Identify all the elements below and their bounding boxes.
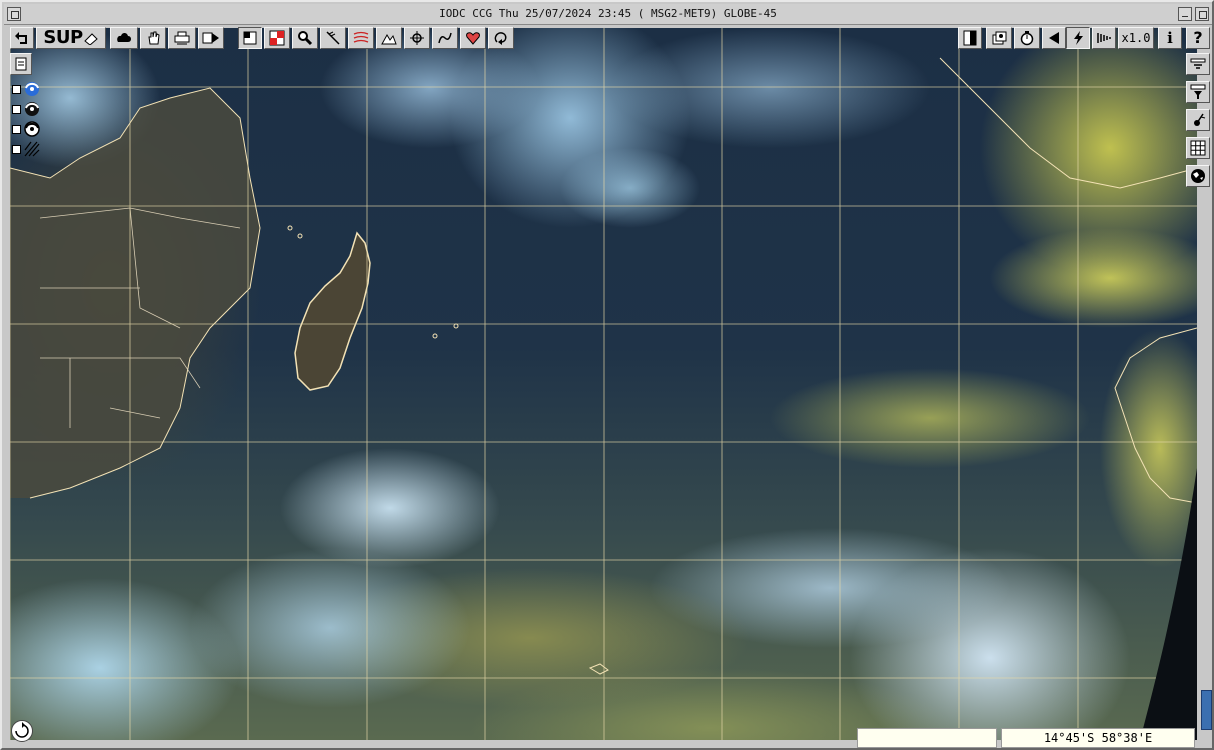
isobar-lines-icon — [353, 31, 369, 43]
space-background — [1140, 468, 1197, 740]
layer-cyclone-black-row[interactable] — [10, 100, 46, 118]
hand-icon — [148, 31, 160, 45]
loop-button[interactable] — [488, 27, 514, 49]
overlay-button[interactable] — [460, 27, 486, 49]
speed-lines-icon — [1097, 33, 1111, 43]
help-button[interactable]: ? — [1186, 27, 1210, 49]
vertical-scrollbar-thumb[interactable] — [1201, 690, 1212, 730]
layer-hatch-row[interactable] — [10, 140, 46, 158]
red-frame-icon — [269, 30, 285, 46]
zoom-level-button[interactable]: x1.0 — [1118, 27, 1154, 49]
triangle-left-icon — [1049, 32, 1059, 44]
contrast-button[interactable] — [958, 27, 982, 49]
title-bar[interactable]: IODC CCG Thu 25/07/2024 23:45 ( MSG2-MET… — [4, 4, 1212, 25]
layer-cyclone-black-checkbox[interactable] — [12, 105, 21, 114]
draw-curve-button[interactable] — [432, 27, 458, 49]
layer-cyclone-checkbox[interactable] — [12, 85, 21, 94]
app-window: IODC CCG Thu 25/07/2024 23:45 ( MSG2-MET… — [0, 0, 1214, 750]
notepad-button[interactable] — [10, 53, 32, 75]
island-comoros — [287, 225, 293, 231]
terrain-button[interactable] — [376, 27, 402, 49]
sup-button[interactable]: SUP — [36, 27, 106, 49]
undo-arrow-icon — [15, 32, 27, 44]
madagascar-coastline — [294, 231, 371, 391]
hatch-pattern-icon — [24, 141, 40, 157]
island-kerguelen — [588, 663, 609, 675]
product-menu-button[interactable] — [1186, 53, 1210, 75]
wind-button[interactable] — [320, 27, 346, 49]
frame-square-icon — [243, 31, 257, 45]
layer-hatch-checkbox[interactable] — [12, 145, 21, 154]
refresh-circle-icon — [15, 722, 29, 738]
product-menu-icon — [1190, 58, 1206, 69]
crosshair-icon — [410, 31, 424, 45]
target-button[interactable] — [404, 27, 430, 49]
product-filter-icon — [1190, 84, 1206, 99]
frame-select-button[interactable] — [238, 27, 262, 49]
pan-button[interactable] — [140, 27, 166, 49]
island-mauritius — [453, 323, 459, 329]
africa-landmass — [10, 88, 260, 498]
lightning-button[interactable] — [1066, 27, 1090, 49]
island-comoros-2 — [297, 233, 303, 239]
print-button[interactable] — [168, 27, 196, 49]
layer-cyclone-row[interactable] — [10, 80, 46, 98]
animate-button[interactable] — [198, 27, 224, 49]
mountains-icon — [381, 34, 397, 45]
timer-button[interactable] — [1014, 27, 1040, 49]
loop-icon — [494, 32, 507, 45]
sup-label: SUP — [43, 27, 83, 48]
globe-button[interactable] — [1186, 165, 1210, 187]
indonesia-coastline — [939, 57, 1197, 189]
overlay-heart-icon — [466, 32, 480, 45]
frame-red-button[interactable] — [264, 27, 290, 49]
australia-coastline — [1114, 327, 1197, 504]
lightning-bolt-icon — [1074, 31, 1083, 45]
station-model-button[interactable] — [1186, 109, 1210, 131]
status-message-box — [857, 728, 997, 748]
layers-config-button[interactable] — [986, 27, 1012, 49]
magnifier-icon — [298, 31, 313, 46]
window-title: IODC CCG Thu 25/07/2024 23:45 ( MSG2-MET… — [439, 7, 777, 20]
layer-cyclone-outline-row[interactable] — [10, 120, 46, 138]
info-button[interactable]: i — [1158, 27, 1182, 49]
refresh-button[interactable] — [11, 720, 33, 742]
layers-gear-icon — [992, 31, 1007, 45]
cloud-blob-icon — [117, 33, 131, 42]
notepad-icon — [15, 57, 27, 71]
wind-barb-icon — [326, 31, 340, 45]
prev-frame-button[interactable] — [1042, 27, 1066, 49]
curve-pen-icon — [438, 32, 452, 44]
contrast-half-icon — [963, 30, 977, 46]
undo-button[interactable] — [10, 27, 34, 49]
minimize-button[interactable] — [1178, 7, 1192, 21]
map-overlay — [10, 28, 1197, 740]
station-model-icon — [1194, 113, 1206, 126]
film-arrow-icon — [202, 32, 219, 44]
printer-icon — [174, 31, 190, 45]
isobars-button[interactable] — [348, 27, 374, 49]
cursor-coordinates: 14°45'S 58°38'E — [1001, 728, 1195, 748]
sup-eraser-icon — [83, 33, 98, 45]
maximize-button[interactable] — [1195, 7, 1209, 21]
cyclone-blue-icon — [25, 82, 39, 96]
product-filter-button[interactable] — [1186, 81, 1210, 103]
grid-button[interactable] — [1186, 137, 1210, 159]
globe-icon — [1191, 169, 1205, 183]
cyclone-black-icon — [25, 102, 39, 116]
zoom-button[interactable] — [292, 27, 318, 49]
island-reunion — [432, 333, 438, 339]
cyclone-outline-icon — [24, 121, 40, 137]
stopwatch-icon — [1020, 31, 1034, 46]
grid-icon — [1190, 140, 1206, 156]
speed-button[interactable] — [1092, 27, 1116, 49]
satellite-image-view[interactable] — [10, 28, 1197, 740]
cloud-tool-button[interactable] — [110, 27, 138, 49]
layer-cyclone-outline-checkbox[interactable] — [12, 125, 21, 134]
